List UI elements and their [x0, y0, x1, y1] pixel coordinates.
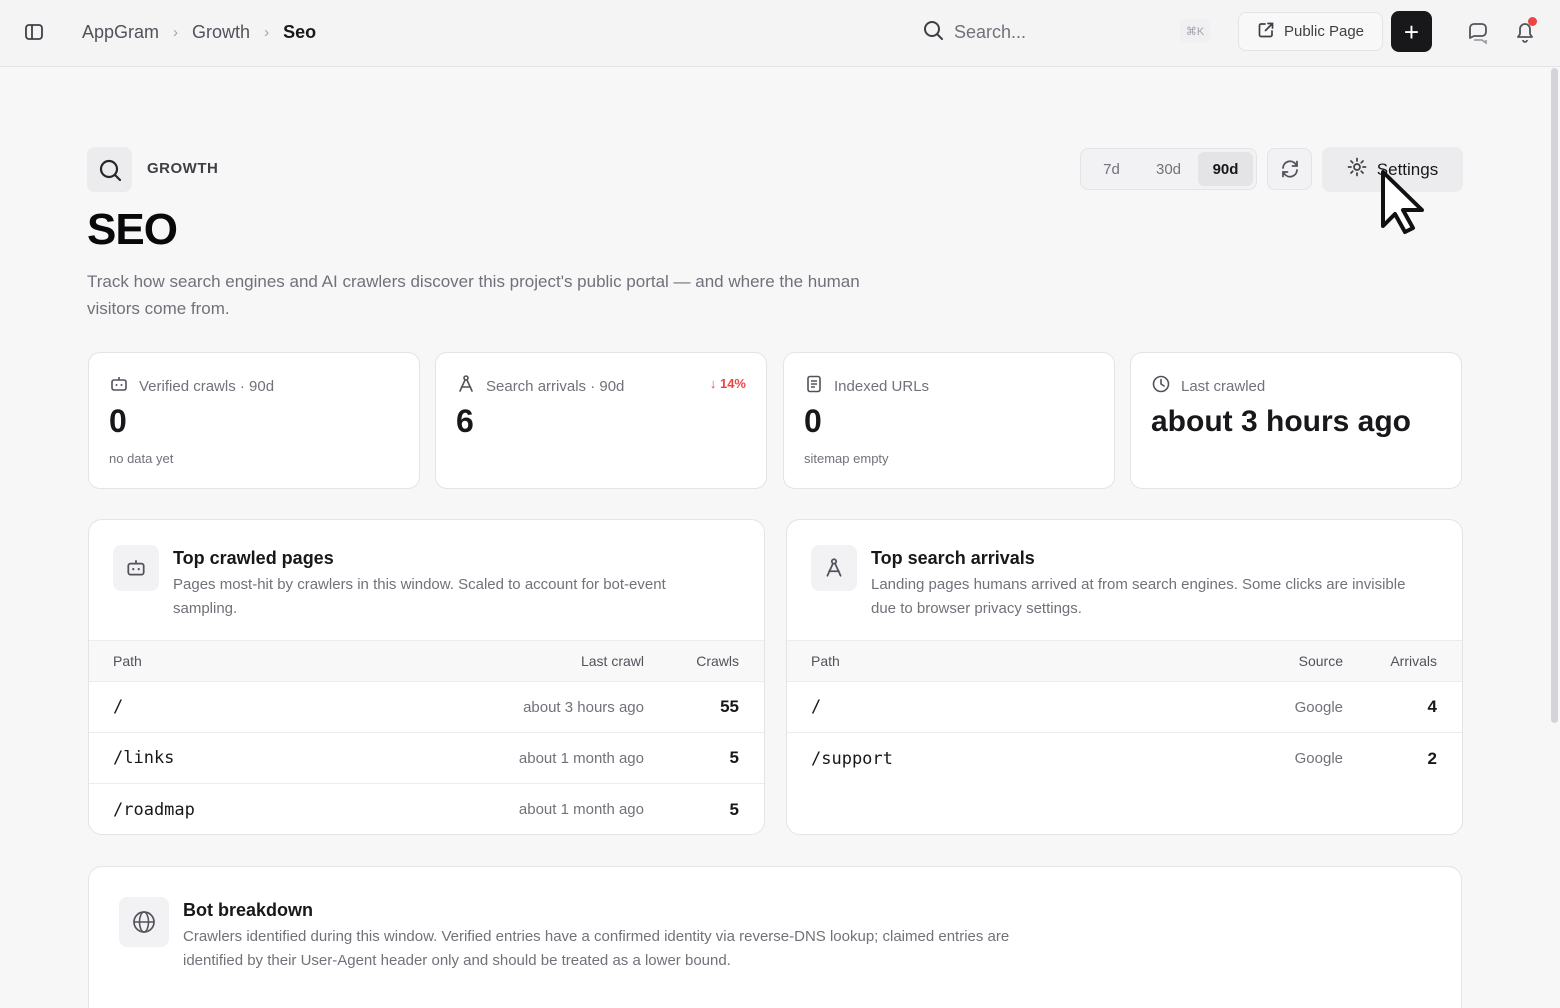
row-path: / — [113, 697, 124, 717]
stat-sub: sitemap empty — [804, 451, 889, 466]
bot-breakdown-panel: Bot breakdown Crawlers identified during… — [88, 866, 1462, 1008]
stat-delta-badge: ↓ 14% — [709, 376, 746, 391]
top-bar: AppGram › Growth › Seo Search... ⌘K Publ… — [0, 0, 1560, 67]
stat-value: 0 — [804, 403, 822, 439]
top-crawled-pages-panel: Top crawled pages Pages most-hit by craw… — [88, 519, 765, 835]
gear-icon — [1347, 157, 1367, 182]
document-icon — [804, 374, 824, 398]
range-30d-button[interactable]: 30d — [1141, 152, 1196, 186]
search-placeholder: Search... — [954, 21, 1027, 42]
row-crawls: 55 — [720, 697, 739, 716]
search-icon — [922, 19, 944, 46]
panel-title: Top crawled pages — [173, 548, 334, 568]
row-arrivals: 4 — [1427, 697, 1437, 716]
table-row[interactable]: / Google 4 — [787, 682, 1462, 733]
refresh-button[interactable] — [1267, 148, 1312, 190]
panel-description: Crawlers identified during this window. … — [183, 928, 1010, 969]
breadcrumb-appgram[interactable]: AppGram — [82, 22, 159, 43]
breadcrumb-growth[interactable]: Growth — [192, 22, 250, 43]
stat-sub: no data yet — [109, 451, 174, 466]
globe-icon — [119, 897, 169, 947]
settings-label: Settings — [1376, 159, 1439, 179]
sidebar-toggle-icon[interactable] — [20, 18, 48, 46]
breadcrumb-current: Seo — [283, 21, 317, 42]
table-header: Path Last crawl Crawls — [89, 640, 764, 682]
stat-value: 0 — [109, 403, 127, 439]
chevron-right-icon: › — [264, 23, 270, 41]
panel-description: Pages most-hit by crawlers in this windo… — [173, 576, 666, 617]
column-header-path[interactable]: Path — [113, 641, 142, 681]
stat-card-indexed-urls: Indexed URLs 0 sitemap empty — [783, 352, 1115, 489]
search-input[interactable]: Search... — [922, 16, 1222, 48]
settings-button[interactable]: Settings — [1322, 147, 1463, 192]
scrollbar[interactable] — [1551, 68, 1558, 723]
bot-icon — [109, 374, 129, 398]
page-description: Track how search engines and AI crawlers… — [87, 272, 860, 318]
range-90d-button[interactable]: 90d — [1198, 152, 1253, 186]
row-last-crawl: about 1 month ago — [518, 749, 644, 767]
column-header-last-crawl[interactable]: Last crawl — [581, 641, 644, 681]
table-row[interactable]: / about 3 hours ago 55 — [89, 682, 764, 733]
range-selector: 7d 30d 90d — [1080, 148, 1257, 190]
refresh-icon — [1281, 160, 1298, 178]
stat-label: Verified crawls · 90d — [139, 377, 275, 395]
row-path: /links — [113, 748, 175, 768]
stat-label: Search arrivals · 90d — [486, 377, 625, 395]
search-shortcut-badge: ⌘K — [1180, 19, 1210, 43]
compass-icon — [456, 374, 476, 398]
compass-icon — [811, 545, 857, 591]
panel-title: Top search arrivals — [871, 548, 1035, 568]
chat-icon[interactable] — [1465, 19, 1491, 45]
row-path: /roadmap — [113, 799, 195, 820]
table-row[interactable]: /links about 1 month ago 5 — [89, 733, 764, 784]
column-header-path[interactable]: Path — [811, 641, 840, 681]
stat-card-verified-crawls: Verified crawls · 90d 0 no data yet — [88, 352, 420, 489]
search-icon — [87, 147, 132, 192]
stat-label: Last crawled — [1181, 377, 1266, 395]
row-path: / — [811, 697, 822, 717]
range-7d-button[interactable]: 7d — [1084, 152, 1139, 186]
panel-description: Landing pages humans arrived at from sea… — [871, 576, 1406, 617]
external-link-icon — [1257, 21, 1275, 43]
row-path: /support — [811, 748, 893, 769]
bell-icon[interactable] — [1512, 17, 1538, 45]
top-search-arrivals-panel: Top search arrivals Landing pages humans… — [786, 519, 1463, 835]
notification-dot — [1528, 17, 1537, 26]
stat-label: Indexed URLs — [834, 377, 930, 395]
breadcrumb: AppGram › Growth › Seo — [82, 20, 316, 44]
column-header-crawls[interactable]: Crawls — [696, 641, 739, 681]
row-last-crawl: about 1 month ago — [518, 801, 644, 818]
stat-card-last-crawled: Last crawled about 3 hours ago — [1130, 352, 1462, 489]
public-page-button[interactable]: Public Page — [1238, 12, 1383, 51]
bot-icon — [113, 545, 159, 591]
table-header: Path Source Arrivals — [787, 640, 1462, 682]
row-last-crawl: about 3 hours ago — [523, 698, 644, 716]
add-button[interactable]: + — [1391, 11, 1432, 52]
row-crawls: 5 — [729, 799, 739, 819]
column-header-source[interactable]: Source — [1299, 641, 1343, 681]
chevron-right-icon: › — [173, 23, 179, 41]
panel-title: Bot breakdown — [183, 900, 314, 920]
row-crawls: 5 — [729, 748, 739, 767]
stat-card-search-arrivals: Search arrivals · 90d ↓ 14% 6 — [435, 352, 767, 489]
row-source: Google — [1294, 698, 1343, 716]
row-arrivals: 2 — [1427, 748, 1437, 768]
public-page-label: Public Page — [1283, 23, 1365, 40]
stat-value: about 3 hours ago — [1151, 405, 1412, 438]
table-row[interactable]: /roadmap about 1 month ago 5 — [89, 784, 764, 834]
table-row[interactable]: /support Google 2 — [787, 733, 1462, 784]
page-title: SEO — [87, 205, 178, 254]
clock-icon — [1151, 374, 1171, 398]
section-label: GROWTH — [147, 160, 219, 177]
column-header-arrivals[interactable]: Arrivals — [1390, 641, 1437, 681]
stat-value: 6 — [456, 403, 474, 439]
row-source: Google — [1294, 750, 1343, 767]
